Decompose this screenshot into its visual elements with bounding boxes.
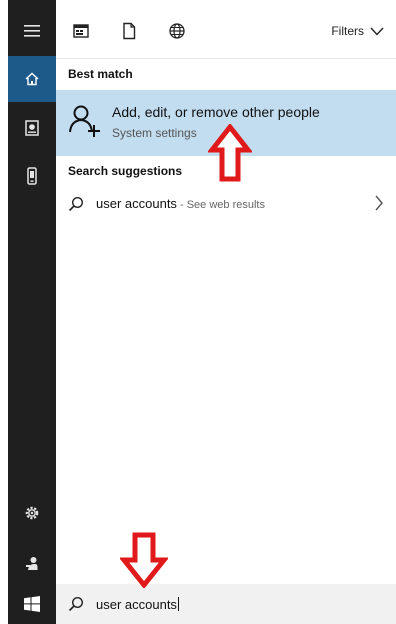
chevron-down-icon (370, 27, 384, 36)
user-button[interactable] (8, 540, 56, 586)
user-icon (26, 557, 38, 570)
windows-icon (24, 596, 40, 612)
text-caret (177, 597, 179, 611)
settings-button[interactable] (8, 490, 56, 536)
annotation-arrow-up (208, 124, 252, 182)
start-button[interactable] (8, 581, 56, 624)
suggestion-item[interactable]: user accounts - See web results (56, 188, 396, 220)
best-match-title: Add, edit, or remove other people (112, 104, 320, 120)
search-suggestions-heading: Search suggestions (68, 164, 183, 178)
start-rail (8, 0, 56, 624)
filters-label: Filters (331, 24, 364, 38)
search-box[interactable]: user accounts (56, 584, 396, 624)
documents-icon (25, 120, 39, 136)
annotation-arrow-down (120, 532, 168, 588)
search-icon (68, 596, 84, 612)
home-button[interactable] (8, 56, 56, 102)
filter-bar: Filters (56, 0, 396, 59)
home-icon (25, 72, 39, 86)
search-results-pane: Filters Best match Add, edit, or remove … (56, 0, 396, 624)
suggestion-text: user accounts - See web results (96, 196, 265, 211)
document-icon[interactable] (120, 22, 138, 40)
chevron-right-icon[interactable] (374, 194, 384, 212)
best-match-heading: Best match (68, 67, 133, 81)
best-match-subtitle: System settings (112, 126, 197, 140)
suggestion-query: user accounts (96, 196, 177, 211)
windows-search-panel: Filters Best match Add, edit, or remove … (0, 0, 396, 624)
person-add-icon (69, 105, 100, 137)
phone-icon (27, 167, 37, 185)
phone-button[interactable] (8, 153, 56, 199)
filters-dropdown[interactable]: Filters (331, 24, 384, 38)
gear-icon (25, 506, 39, 520)
documents-button[interactable] (8, 105, 56, 151)
menu-button[interactable] (8, 8, 56, 54)
web-icon[interactable] (168, 22, 186, 40)
suggestion-hint: - See web results (176, 199, 265, 211)
search-input[interactable]: user accounts (96, 597, 179, 612)
apps-icon[interactable] (72, 22, 90, 40)
search-icon (68, 196, 84, 212)
left-edge (0, 0, 8, 624)
search-input-value: user accounts (96, 597, 177, 612)
hamburger-icon (24, 25, 40, 37)
